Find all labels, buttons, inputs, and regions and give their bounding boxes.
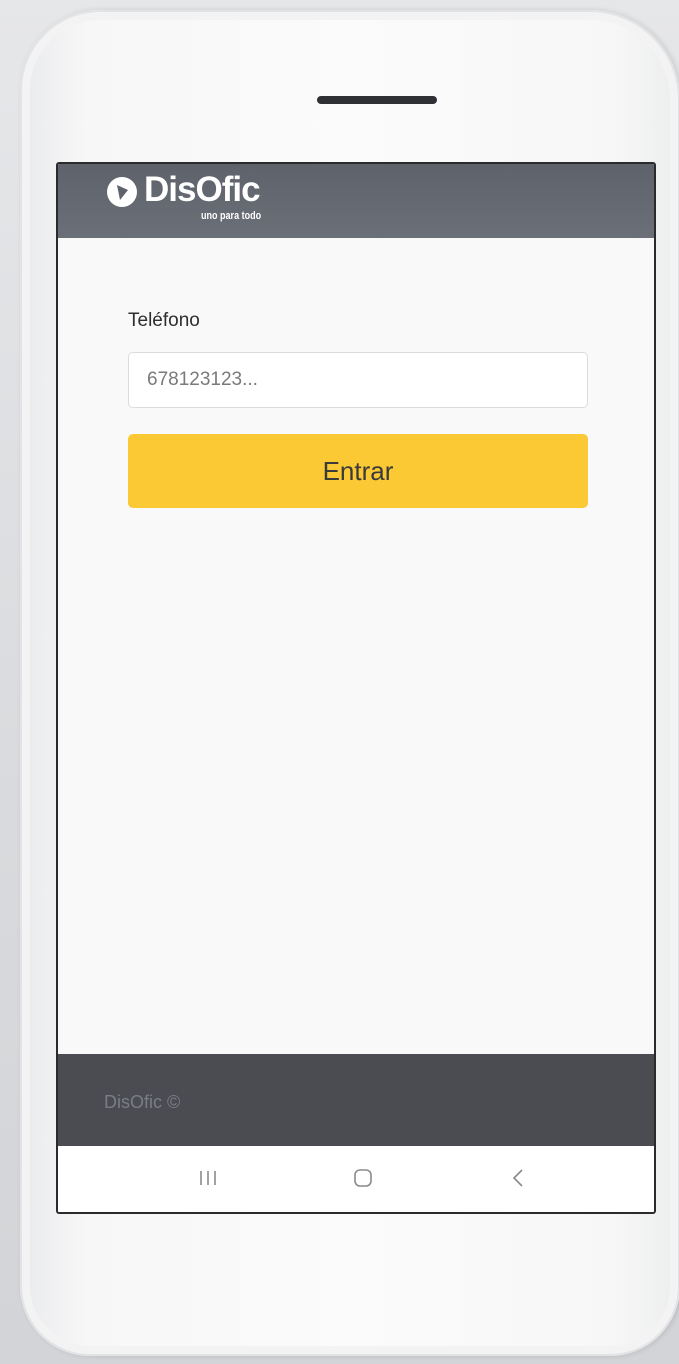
back-icon <box>512 1169 523 1187</box>
phone-input[interactable] <box>128 352 588 408</box>
phone-label: Teléfono <box>128 310 200 331</box>
system-navigation-bar <box>58 1146 654 1212</box>
app-footer: DisOfic © <box>58 1054 654 1146</box>
brand-tagline: uno para todo <box>201 210 262 222</box>
enter-button[interactable]: Entrar <box>128 434 588 508</box>
app-header: DisOfic uno para todo <box>58 164 654 238</box>
logo-mark-icon <box>107 177 137 207</box>
app-screen: DisOfic uno para todo Teléfono Entrar Di… <box>56 162 656 1214</box>
recents-icon <box>200 1171 216 1185</box>
footer-copyright: DisOfic © <box>104 1092 181 1112</box>
recents-button[interactable] <box>188 1160 228 1196</box>
back-button[interactable] <box>498 1160 538 1196</box>
earpiece-speaker <box>317 96 437 104</box>
home-button[interactable] <box>343 1160 383 1196</box>
brand-name: DisOfic <box>144 170 261 209</box>
home-icon <box>354 1169 372 1187</box>
